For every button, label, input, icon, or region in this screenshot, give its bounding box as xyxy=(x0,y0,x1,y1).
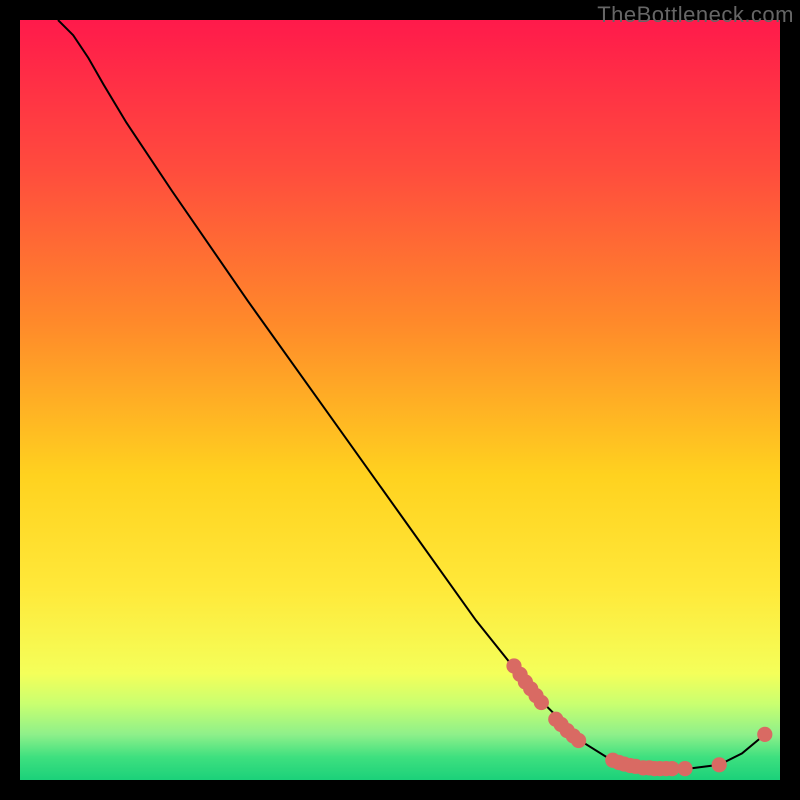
curve-marker xyxy=(571,733,586,748)
watermark-text: TheBottleneck.com xyxy=(597,2,794,28)
curve-marker xyxy=(534,695,549,710)
plot-area xyxy=(20,20,780,780)
curve-marker xyxy=(757,727,772,742)
curve-marker xyxy=(712,757,727,772)
chart-root: TheBottleneck.com xyxy=(0,0,800,800)
curve-marker xyxy=(677,761,692,776)
chart-svg xyxy=(20,20,780,780)
